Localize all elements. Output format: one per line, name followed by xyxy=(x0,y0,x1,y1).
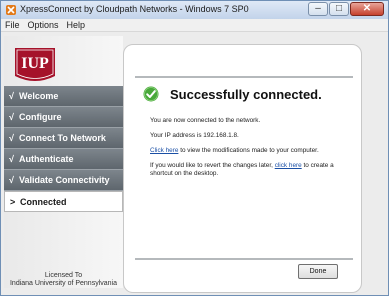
wizard-steps: √ Welcome √ Configure √ Connect To Netwo… xyxy=(4,86,123,212)
menu-help[interactable]: Help xyxy=(63,19,90,31)
license-label: Licensed To xyxy=(44,272,83,279)
step-label: Configure xyxy=(19,112,62,122)
menu-file[interactable]: File xyxy=(1,19,24,31)
menu-options[interactable]: Options xyxy=(24,19,63,31)
check-icon: √ xyxy=(9,91,14,101)
window-controls: – □ ✕ xyxy=(308,2,384,16)
divider-top xyxy=(135,76,353,78)
logo-text: IUP xyxy=(21,55,49,72)
success-heading: Successfully connected. xyxy=(170,87,322,102)
step-label: Welcome xyxy=(19,91,59,101)
create-shortcut-link[interactable]: click here xyxy=(275,162,302,169)
client-area: IUP √ Welcome √ Configure √ Connect To N… xyxy=(1,32,388,295)
close-icon: ✕ xyxy=(362,3,372,14)
modifications-text: Click here to view the modifications mad… xyxy=(150,147,355,155)
logo-graphic: IUP xyxy=(15,48,55,81)
check-icon: √ xyxy=(9,175,14,185)
revert-text: If you would like to revert the changes … xyxy=(150,162,355,178)
step-label: Connected xyxy=(20,196,67,207)
sidebar: IUP √ Welcome √ Configure √ Connect To N… xyxy=(4,36,123,288)
step-label: Validate Connectivity xyxy=(19,175,110,185)
minimize-icon: – xyxy=(315,3,321,14)
step-label: Connect To Network xyxy=(19,133,106,143)
step-connect-to-network[interactable]: √ Connect To Network xyxy=(4,128,123,149)
step-connected[interactable]: > Connected xyxy=(4,191,123,212)
ip-address-text: Your IP address is 192.168.1.8. xyxy=(150,132,239,139)
license-holder: Indiana University of Pennsylvania xyxy=(9,280,117,287)
check-icon: √ xyxy=(9,154,14,164)
maximize-button[interactable]: □ xyxy=(329,2,349,16)
license-info: Licensed To Indiana University of Pennsy… xyxy=(4,272,123,288)
title-bar[interactable]: XpressConnect by Cloudpath Networks - Wi… xyxy=(1,1,388,19)
view-modifications-link[interactable]: Click here xyxy=(150,147,178,154)
iup-logo: IUP xyxy=(14,46,56,86)
maximize-icon: □ xyxy=(335,3,343,14)
app-icon xyxy=(6,5,16,15)
connected-message: You are now connected to the network. xyxy=(150,117,261,124)
close-button[interactable]: ✕ xyxy=(350,2,384,16)
divider-bottom xyxy=(135,258,353,260)
window-title: XpressConnect by Cloudpath Networks - Wi… xyxy=(20,4,249,14)
step-label: Authenticate xyxy=(19,154,74,164)
menu-bar: File Options Help xyxy=(1,19,388,32)
step-validate-connectivity[interactable]: √ Validate Connectivity xyxy=(4,170,123,191)
check-icon: √ xyxy=(9,112,14,122)
revert-pre: If you would like to revert the changes … xyxy=(150,162,275,169)
app-window: XpressConnect by Cloudpath Networks - Wi… xyxy=(0,0,389,296)
step-authenticate[interactable]: √ Authenticate xyxy=(4,149,123,170)
done-button[interactable]: Done xyxy=(298,264,338,279)
chevron-right-icon: > xyxy=(10,196,16,207)
success-check-icon xyxy=(143,86,159,102)
step-welcome[interactable]: √ Welcome xyxy=(4,86,123,107)
modifications-rest: to view the modifications made to your c… xyxy=(178,147,319,154)
check-icon: √ xyxy=(9,133,14,143)
content-panel: Successfully connected. You are now conn… xyxy=(123,44,362,293)
step-configure[interactable]: √ Configure xyxy=(4,107,123,128)
minimize-button[interactable]: – xyxy=(308,2,328,16)
